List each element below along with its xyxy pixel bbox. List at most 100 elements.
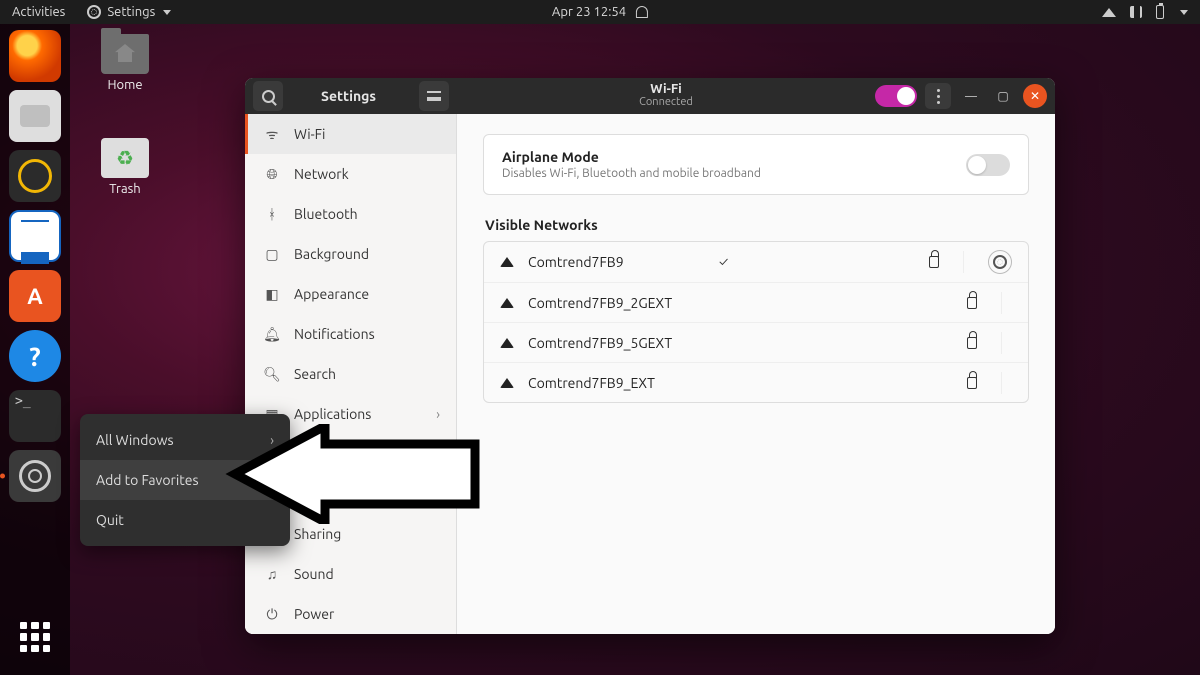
bell-icon: 🔔︎: [264, 326, 280, 342]
bell-icon: [636, 6, 648, 18]
dock-firefox[interactable]: [9, 30, 61, 82]
sidebar-item-background[interactable]: ▢ Background: [245, 234, 456, 274]
search-button[interactable]: [253, 81, 283, 111]
wifi-signal-icon: [500, 257, 514, 267]
dock-files[interactable]: [9, 90, 61, 142]
network-list: Comtrend7FB9 ✓ Comtrend7FB9_2GEXT Comtre…: [483, 241, 1029, 403]
dock-ubuntu-software[interactable]: [9, 270, 61, 322]
dock-libreoffice-writer[interactable]: [9, 210, 61, 262]
volume-icon[interactable]: [1130, 6, 1142, 18]
network-row[interactable]: Comtrend7FB9 ✓: [484, 242, 1028, 282]
sidebar-item-label: Power: [294, 606, 334, 622]
search-icon: 🔍︎: [264, 366, 280, 382]
sidebar-item-label: Appearance: [294, 286, 369, 302]
gear-icon: [993, 255, 1007, 269]
maximize-button[interactable]: ▢: [991, 84, 1015, 108]
desktop-icon-label: Trash: [90, 182, 160, 196]
power-icon: ⏻: [264, 606, 280, 622]
show-applications-button[interactable]: [9, 611, 61, 663]
airplane-title: Airplane Mode: [502, 149, 761, 165]
check-icon: ✓: [719, 255, 728, 269]
airplane-mode-card: Airplane Mode Disables Wi-Fi, Bluetooth …: [483, 134, 1029, 195]
sidebar-item-sound[interactable]: ♫ Sound: [245, 554, 456, 594]
lock-icon: [929, 256, 939, 268]
sidebar-title: Settings: [321, 88, 376, 104]
app-menu[interactable]: Settings: [87, 5, 171, 19]
dock-terminal[interactable]: [9, 390, 61, 442]
ctx-item-label: All Windows: [96, 432, 174, 448]
visible-networks-label: Visible Networks: [485, 217, 1029, 233]
primary-menu-button[interactable]: [419, 81, 449, 111]
search-icon: [262, 90, 275, 103]
dock: ?: [0, 24, 70, 675]
top-bar: Activities Settings Apr 23 12:54: [0, 0, 1200, 24]
header-title: Wi-Fi: [650, 83, 682, 97]
desktop-home-icon[interactable]: Home: [90, 34, 160, 92]
folder-home-icon: [101, 34, 149, 74]
network-name: Comtrend7FB9: [528, 254, 701, 270]
titlebar[interactable]: Settings Wi-Fi Connected — ▢ ✕: [245, 78, 1055, 114]
gear-icon: [19, 460, 51, 492]
wifi-menu-button[interactable]: [925, 83, 951, 109]
annotation-arrow: [225, 424, 485, 524]
ctx-item-label: Add to Favorites: [96, 472, 199, 488]
dock-help[interactable]: ?: [9, 330, 61, 382]
sidebar-item-label: Bluetooth: [294, 206, 358, 222]
sidebar-item-search[interactable]: 🔍︎Search: [245, 354, 456, 394]
sidebar-item-wifi[interactable]: ᯤWi-Fi: [245, 114, 456, 154]
network-name: Comtrend7FB9_2GEXT: [528, 295, 953, 311]
sidebar-item-appearance[interactable]: ◧Appearance: [245, 274, 456, 314]
sidebar-item-bluetooth[interactable]: ᚼ Bluetooth: [245, 194, 456, 234]
network-row[interactable]: Comtrend7FB9_5GEXT: [484, 322, 1028, 362]
wifi-icon: ᯤ: [264, 126, 280, 142]
sidebar-item-label: Network: [294, 166, 349, 182]
chevron-right-icon: ›: [436, 406, 440, 422]
settings-content: Airplane Mode Disables Wi-Fi, Bluetooth …: [457, 114, 1055, 634]
wifi-signal-icon: [500, 338, 514, 348]
sidebar-item-label: Sound: [294, 566, 334, 582]
sidebar-item-label: Notifications: [294, 326, 375, 342]
wifi-master-toggle[interactable]: [875, 85, 917, 107]
music-icon: ♫: [264, 566, 280, 582]
settings-sidebar: ᯤWi-Fi 🌐︎Network ᚼBluetooth ▢Background …: [245, 114, 457, 634]
sidebar-item-label: Applications: [294, 406, 371, 422]
battery-icon[interactable]: [1156, 5, 1164, 19]
desktop-icon-label: Home: [90, 78, 160, 92]
lock-icon: [967, 297, 977, 309]
app-menu-label: Settings: [107, 5, 155, 19]
network-name: Comtrend7FB9_EXT: [528, 375, 953, 391]
gear-icon: [87, 5, 101, 19]
clock[interactable]: Apr 23 12:54: [552, 5, 626, 19]
wifi-signal-icon: [500, 298, 514, 308]
network-row[interactable]: Comtrend7FB9_2GEXT: [484, 282, 1028, 322]
wifi-signal-icon: [500, 378, 514, 388]
sidebar-item-label: Background: [294, 246, 369, 262]
chevron-down-icon: [163, 10, 171, 15]
lock-icon: [967, 377, 977, 389]
minimize-button[interactable]: —: [959, 84, 983, 108]
dock-settings[interactable]: [9, 450, 61, 502]
display-icon: ▢: [264, 246, 280, 262]
trash-icon: [101, 138, 149, 178]
network-row[interactable]: Comtrend7FB9_EXT: [484, 362, 1028, 402]
ctx-item-label: Quit: [96, 512, 124, 528]
close-button[interactable]: ✕: [1023, 84, 1047, 108]
settings-window: Settings Wi-Fi Connected — ▢ ✕ ᯤWi-Fi 🌐︎…: [245, 78, 1055, 634]
desktop-trash-icon[interactable]: Trash: [90, 138, 160, 196]
system-menu-chevron-icon[interactable]: [1180, 10, 1188, 15]
airplane-toggle[interactable]: [966, 154, 1010, 176]
wifi-icon[interactable]: [1102, 8, 1116, 17]
sidebar-item-power[interactable]: ⏻ Power: [245, 594, 456, 634]
globe-icon: 🌐︎: [264, 166, 280, 182]
lock-icon: [967, 337, 977, 349]
sidebar-item-notifications[interactable]: 🔔︎ Notifications: [245, 314, 456, 354]
bluetooth-icon: ᚼ: [264, 206, 280, 222]
network-settings-button[interactable]: [988, 250, 1012, 274]
sidebar-item-label: Sharing: [294, 526, 341, 542]
sidebar-item-network[interactable]: 🌐︎ Network: [245, 154, 456, 194]
network-name: Comtrend7FB9_5GEXT: [528, 335, 953, 351]
dock-rhythmbox[interactable]: [9, 150, 61, 202]
header-subtitle: Connected: [639, 97, 693, 109]
hamburger-icon: [427, 91, 441, 101]
activities-button[interactable]: Activities: [12, 5, 65, 19]
